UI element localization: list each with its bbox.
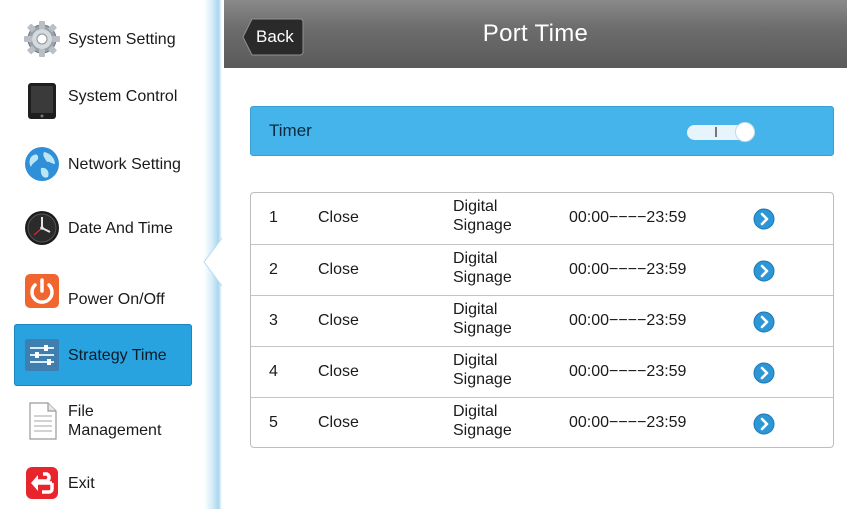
sidebar-item-exit[interactable]: Exit [14,452,192,509]
port-source: Digital Signage [453,198,512,234]
port-source: Digital Signage [453,250,512,286]
port-time-range: 00:00−−−−23:59 [569,261,687,278]
sidebar-item-label: Strategy Time [68,346,167,364]
port-state: Close [318,261,359,278]
chevron-right-icon[interactable] [753,311,775,333]
port-state: Close [318,312,359,329]
sidebar-item-date-and-time[interactable]: Date And Time [14,197,192,259]
sidebar-item-system-control[interactable]: System Control [14,70,192,132]
sidebar-item-label: File Management [68,403,162,439]
sidebar-item-label: Power On/Off [68,290,165,308]
gear-icon [22,19,62,59]
timer-label: Timer [269,121,312,140]
sliders-icon [22,335,62,375]
sidebar-item-network-setting[interactable]: Network Setting [14,133,192,195]
port-time-range: 00:00−−−−23:59 [569,209,687,226]
chevron-right-icon[interactable] [753,260,775,282]
port-state: Close [318,209,359,226]
port-time-range: 00:00−−−−23:59 [569,312,687,329]
sidebar-item-file-management[interactable]: File Management [14,390,192,452]
sidebar-item-label: Network Setting [68,155,181,173]
sidebar-item-power-on-off[interactable]: Power On/Off [14,260,192,322]
timer-bar: Timer [250,106,834,156]
sidebar-item-label: Date And Time [68,219,173,237]
sidebar-item-system-setting[interactable]: System Setting [14,8,192,70]
port-number: 1 [269,209,278,226]
chevron-right-icon[interactable] [753,413,775,435]
header-bar: Back Port Time [224,0,847,68]
sidebar-item-label: Exit [68,474,95,492]
port-state: Close [318,414,359,431]
timer-toggle[interactable] [687,122,755,142]
table-row[interactable]: 2 Close Digital Signage 00:00−−−−23:59 [251,244,833,295]
table-row[interactable]: 4 Close Digital Signage 00:00−−−−23:59 [251,346,833,397]
port-number: 4 [269,363,278,380]
port-time-table: 1 Close Digital Signage 00:00−−−−23:59 2… [250,192,834,448]
port-source: Digital Signage [453,352,512,388]
chevron-right-icon[interactable] [753,208,775,230]
chevron-right-icon[interactable] [753,362,775,384]
table-row[interactable]: 1 Close Digital Signage 00:00−−−−23:59 [251,193,833,244]
port-number: 5 [269,414,278,431]
clock-icon [22,208,62,248]
port-number: 2 [269,261,278,278]
port-source: Digital Signage [453,403,512,439]
sidebar: System Setting System Control Network Se… [0,0,200,509]
port-source: Digital Signage [453,301,512,337]
file-icon [22,401,62,441]
tablet-icon [22,81,62,121]
toggle-knob [735,122,755,142]
port-number: 3 [269,312,278,329]
sidebar-item-label: System Control [68,87,178,105]
sidebar-divider [200,0,226,509]
port-time-range: 00:00−−−−23:59 [569,363,687,380]
port-time-range: 00:00−−−−23:59 [569,414,687,431]
globe-icon [22,144,62,184]
table-row[interactable]: 5 Close Digital Signage 00:00−−−−23:59 [251,397,833,447]
power-icon [22,271,62,311]
page-title: Port Time [482,20,589,47]
port-state: Close [318,363,359,380]
table-row[interactable]: 3 Close Digital Signage 00:00−−−−23:59 [251,295,833,346]
sidebar-item-label: System Setting [68,30,176,48]
toggle-on-mark [715,127,717,137]
exit-icon [22,463,62,503]
sidebar-item-strategy-time[interactable]: Strategy Time [14,324,192,386]
